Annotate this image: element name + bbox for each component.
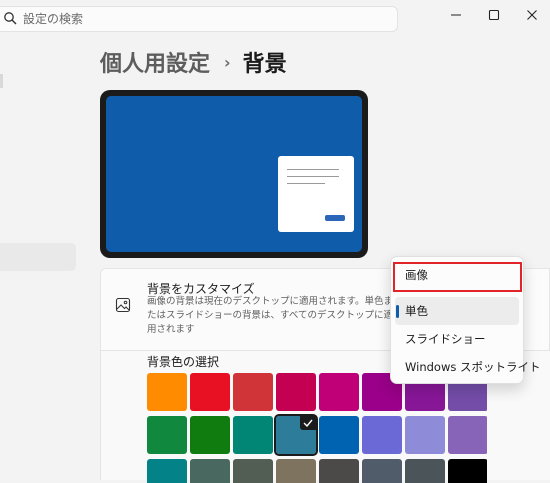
- color-swatch[interactable]: [448, 416, 487, 454]
- breadcrumb-parent[interactable]: 個人用設定: [100, 46, 210, 78]
- dropdown-option-label: 単色: [405, 304, 428, 318]
- minimize-button[interactable]: [436, 0, 476, 30]
- search-input[interactable]: [23, 9, 383, 29]
- preview-line: [287, 169, 339, 170]
- sidebar-item-selected[interactable]: [0, 243, 76, 271]
- checkmark-icon: [300, 416, 316, 430]
- preview-screen: [106, 96, 362, 252]
- customize-description: 画像の背景は現在のデスクトップに適用されます。単色またはスライドショーの背景は、…: [147, 296, 394, 335]
- preview-line: [287, 176, 339, 177]
- maximize-icon: [488, 9, 500, 21]
- selection-indicator: [396, 305, 399, 318]
- color-swatch[interactable]: [276, 459, 316, 483]
- dropdown-option[interactable]: Windows スポットライト: [395, 353, 541, 381]
- preview-window: [278, 156, 354, 232]
- breadcrumb: 個人用設定 › 背景: [100, 46, 287, 78]
- preview-line: [287, 183, 325, 184]
- breadcrumb-separator-icon: ›: [224, 52, 231, 72]
- color-swatch[interactable]: [276, 373, 316, 411]
- preview-button: [325, 215, 345, 221]
- color-selection-label: 背景色の選択: [147, 355, 220, 369]
- highlight-annotation: [393, 262, 522, 292]
- color-swatch[interactable]: [362, 459, 402, 483]
- minimize-icon: [451, 14, 461, 16]
- desktop-preview: [100, 90, 368, 258]
- color-swatch[interactable]: [319, 373, 359, 411]
- close-button[interactable]: [512, 0, 550, 30]
- color-swatch[interactable]: [147, 459, 187, 483]
- color-swatch[interactable]: [448, 459, 487, 483]
- search-icon: [4, 12, 17, 25]
- sidebar-item-stub[interactable]: [0, 74, 3, 88]
- image-icon: [115, 297, 131, 313]
- dropdown-option[interactable]: 単色: [395, 297, 519, 325]
- color-swatch[interactable]: [405, 416, 445, 454]
- color-swatch[interactable]: [362, 416, 402, 454]
- dropdown-option-label: Windows スポットライト: [405, 360, 541, 374]
- maximize-button[interactable]: [474, 0, 514, 30]
- color-swatch[interactable]: [233, 459, 273, 483]
- color-swatch[interactable]: [147, 373, 187, 411]
- color-swatch[interactable]: [190, 373, 230, 411]
- dropdown-option-label: スライドショー: [405, 332, 486, 346]
- color-swatch[interactable]: [274, 414, 318, 456]
- color-swatch[interactable]: [190, 459, 230, 483]
- color-swatch[interactable]: [233, 416, 273, 454]
- color-swatch[interactable]: [405, 459, 445, 483]
- search-box[interactable]: [0, 6, 398, 32]
- color-swatch[interactable]: [147, 416, 187, 454]
- page-title: 背景: [242, 52, 287, 77]
- close-icon: [527, 10, 537, 20]
- color-swatch[interactable]: [319, 459, 359, 483]
- color-swatch[interactable]: [319, 416, 359, 454]
- color-swatch-grid: [147, 373, 487, 483]
- color-swatch[interactable]: [233, 373, 273, 411]
- color-swatch[interactable]: [190, 416, 230, 454]
- dropdown-option[interactable]: スライドショー: [395, 325, 519, 353]
